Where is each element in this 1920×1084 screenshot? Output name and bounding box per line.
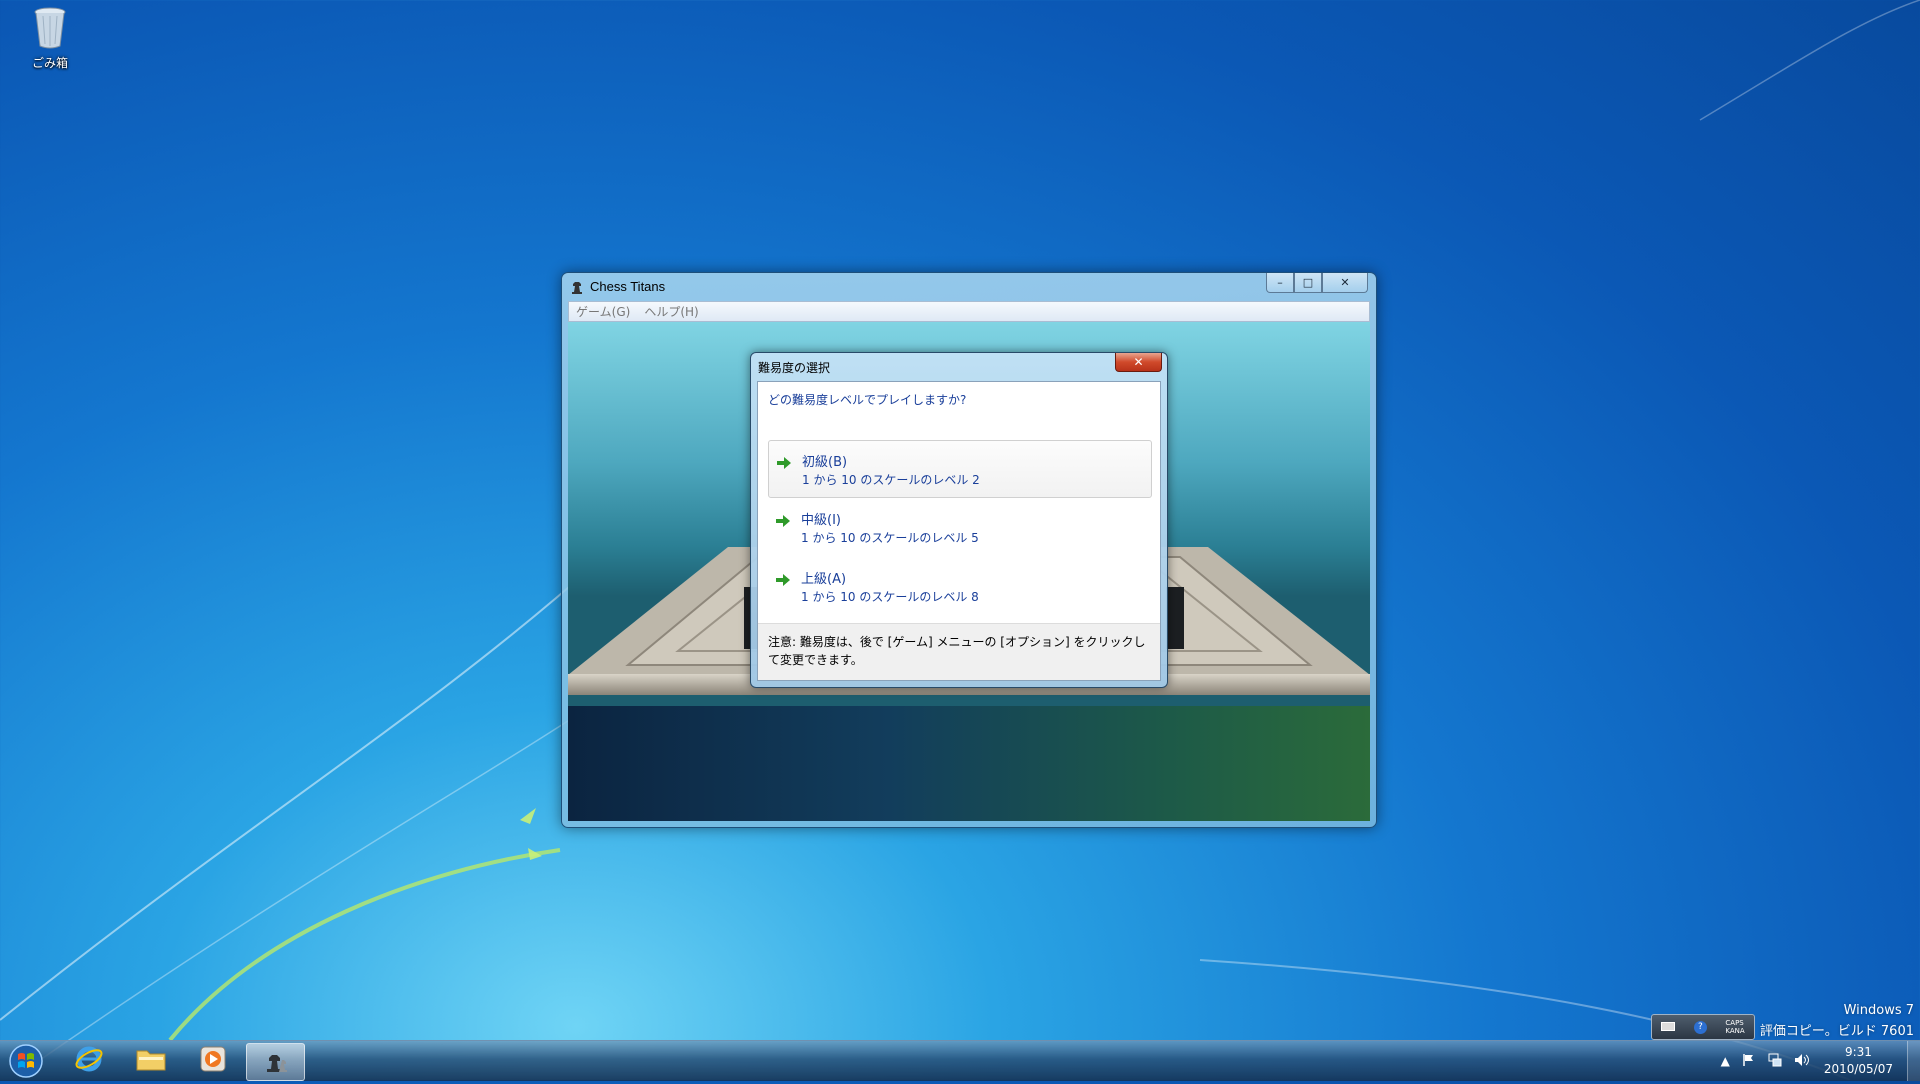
green-arrow-icon [777, 457, 791, 473]
chess-app-icon [570, 279, 584, 295]
kana-indicator: KANA [1725, 1027, 1745, 1035]
clock-date: 2010/05/07 [1823, 1062, 1893, 1076]
option-label: 中級(I) [801, 513, 841, 528]
dialog-body: どの難易度レベルでプレイしますか? 初級(B) 1 から 10 のスケールのレベ… [757, 381, 1161, 681]
clock[interactable]: 9:31 2010/05/07 [1824, 1044, 1893, 1078]
taskbar-explorer[interactable] [122, 1043, 179, 1079]
show-hidden-icons-icon[interactable]: ▲ [1721, 1054, 1730, 1068]
notification-area: ▲ 9:31 2010/05/07 [1715, 1041, 1920, 1081]
difficulty-dialog[interactable]: 難易度の選択 ✕ どの難易度レベルでプレイしますか? 初級(B) 1 から 10… [750, 352, 1168, 688]
watermark-line2: 評価コピー。ビルド 7601 [1759, 1024, 1914, 1039]
option-intermediate[interactable]: 中級(I) 1 から 10 のスケールのレベル 5 [768, 499, 1150, 555]
dialog-question: どの難易度レベルでプレイしますか? [768, 393, 967, 407]
taskbar: ▲ 9:31 2010/05/07 [0, 1040, 1920, 1081]
show-desktop-button[interactable] [1907, 1041, 1920, 1081]
window-titlebar[interactable]: Chess Titans – □ ✕ [562, 273, 1376, 301]
menu-game[interactable]: ゲーム(G) [569, 303, 637, 320]
option-label: 初級(B) [802, 455, 848, 470]
option-description: 1 から 10 のスケールのレベル 8 [801, 590, 979, 604]
option-label: 上級(A) [801, 572, 847, 587]
action-center-flag-icon[interactable] [1742, 1053, 1756, 1070]
folder-icon [135, 1045, 167, 1077]
caps-indicator: CAPS [1725, 1019, 1744, 1027]
dialog-title: 難易度の選択 [758, 361, 831, 375]
language-bar[interactable]: ? CAPS KANA [1651, 1014, 1755, 1040]
option-advanced[interactable]: 上級(A) 1 から 10 のスケールのレベル 8 [768, 558, 1150, 614]
minimize-button[interactable]: – [1266, 273, 1294, 293]
close-button[interactable]: ✕ [1322, 273, 1368, 293]
recycle-bin-icon [33, 6, 67, 50]
menu-help[interactable]: ヘルプ(H) [637, 303, 705, 320]
option-description: 1 から 10 のスケールのレベル 2 [802, 473, 980, 487]
taskbar-media-player[interactable] [184, 1043, 241, 1079]
dialog-note-text: 注意: 難易度は、後で [ゲーム] メニューの [オプション] をクリックして変… [768, 635, 1146, 667]
media-player-icon [200, 1046, 226, 1076]
network-icon[interactable] [1768, 1053, 1782, 1070]
taskbar-internet-explorer[interactable] [60, 1043, 117, 1079]
menu-bar: ゲーム(G) ヘルプ(H) [568, 301, 1370, 322]
chess-piece-icon [264, 1046, 288, 1078]
start-button[interactable] [4, 1042, 48, 1080]
dialog-note: 注意: 難易度は、後で [ゲーム] メニューの [オプション] をクリックして変… [758, 623, 1160, 680]
option-description: 1 から 10 のスケールのレベル 5 [801, 531, 979, 545]
window-title: Chess Titans [590, 279, 666, 294]
volume-icon[interactable] [1794, 1053, 1810, 1070]
green-arrow-icon [776, 515, 790, 531]
windows-watermark: Windows 7 評価コピー。ビルド 7601 [1760, 1000, 1914, 1042]
taskbar-chess-titans[interactable] [246, 1043, 305, 1081]
clock-time: 9:31 [1844, 1045, 1872, 1059]
recycle-bin-label: ごみ箱 [31, 56, 68, 70]
maximize-button[interactable]: □ [1294, 273, 1322, 293]
scene-floor [568, 706, 1370, 821]
recycle-bin-desktop-icon[interactable]: ごみ箱 [20, 6, 80, 71]
help-icon[interactable]: ? [1693, 1020, 1707, 1034]
option-beginner[interactable]: 初級(B) 1 から 10 のスケールのレベル 2 [768, 440, 1152, 498]
internet-explorer-icon [74, 1044, 104, 1078]
green-arrow-icon [776, 574, 790, 590]
dialog-close-button[interactable]: ✕ [1115, 353, 1162, 372]
keyboard-icon[interactable] [1661, 1021, 1676, 1033]
watermark-line1: Windows 7 [1843, 1003, 1914, 1018]
